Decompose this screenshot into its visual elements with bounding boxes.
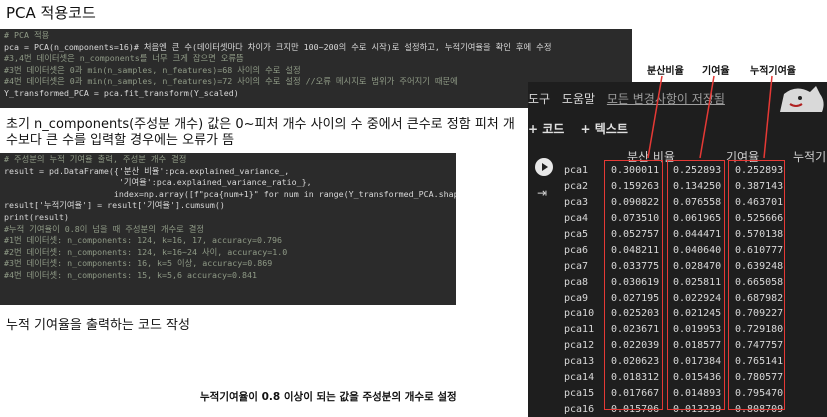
row-index: pca14 bbox=[564, 372, 595, 384]
variance-label: 분산비율 bbox=[647, 66, 684, 77]
add-text-button[interactable]: + 텍스트 bbox=[581, 122, 628, 136]
code-line: #2번 데이터셋: n_components: 124, k=16~24 사이,… bbox=[4, 246, 288, 257]
code-line: #3,4번 데이터셋은 n_components를 너무 크게 잡으면 오류뜸 bbox=[4, 53, 244, 64]
code-line: #3번 데이터셋: n_components: 16, k=5 이상, accu… bbox=[4, 258, 273, 269]
add-code-button[interactable]: + 코드 bbox=[528, 122, 564, 136]
run-cell-button[interactable] bbox=[535, 158, 553, 176]
row-index: pca13 bbox=[564, 356, 595, 368]
code-line: pca = PCA(n_components=16)# 처음엔 큰 수(데이터셋… bbox=[4, 41, 552, 52]
code-line: #3번 데이터셋은 0과 min(n_samples, n_features)=… bbox=[4, 64, 301, 75]
ratio-label: 기여율 bbox=[702, 66, 730, 77]
code-line: #4번 데이터셋: n_components: 15, k=5,6 accura… bbox=[4, 269, 257, 280]
row-index: pca1 bbox=[564, 165, 589, 177]
code-line: # 주성분의 누적 기여율 출력, 주성분 개수 결정 bbox=[4, 154, 187, 164]
row-index: pca7 bbox=[564, 260, 589, 272]
menu-tools[interactable]: 도구 bbox=[528, 92, 550, 106]
cumulative-column-box bbox=[728, 160, 785, 410]
header-cumulative: 누적기 bbox=[793, 150, 827, 164]
row-index: pca12 bbox=[564, 340, 595, 352]
code-line: '기여율':pca.explained_variance_ratio_}, bbox=[4, 177, 312, 188]
cumulative-code-block: # 주성분의 누적 기여율 출력, 주성분 개수 결정 result = pd.D… bbox=[0, 153, 456, 305]
saved-status[interactable]: 모든 변경사항이 저장됨 bbox=[607, 92, 725, 106]
row-index: pca3 bbox=[564, 197, 589, 209]
row-index: pca2 bbox=[564, 181, 589, 193]
code-line: index=np.array([f"pca{num+1}" for num in… bbox=[4, 188, 456, 199]
row-index: pca9 bbox=[564, 292, 589, 304]
row-index: pca6 bbox=[564, 244, 589, 256]
n-components-note: 초기 n_components(주성분 개수) 값은 0~피처 개수 사이의 수… bbox=[6, 117, 515, 148]
code-line: #누적 기여율이 0.8이 넘을 때 주성분의 개수로 결정 bbox=[4, 223, 204, 234]
row-index: pca5 bbox=[564, 229, 589, 240]
ratio-column-box bbox=[667, 160, 725, 410]
row-index: pca8 bbox=[564, 276, 589, 288]
code-line: result = pd.DataFrame({'분산 비율':pca.expla… bbox=[4, 165, 290, 176]
notebook-toolbar: + 코드 + 텍스트 bbox=[528, 120, 640, 142]
row-index: pca4 bbox=[564, 213, 589, 225]
variance-column-box bbox=[604, 160, 663, 410]
code-line: print(result) bbox=[4, 211, 69, 222]
row-index: pca11 bbox=[564, 324, 595, 336]
row-index: pca15 bbox=[564, 387, 595, 399]
cumulative-code-note: 누적 기여율을 출력하는 코드 작성 bbox=[6, 318, 190, 333]
mascot-icon bbox=[780, 86, 824, 112]
menu-help[interactable]: 도움말 bbox=[562, 92, 595, 106]
page-title: PCA 적용코드 bbox=[6, 4, 96, 22]
code-line: # PCA 적용 bbox=[4, 30, 50, 40]
row-index: pca10 bbox=[564, 308, 595, 320]
row-index: pca16 bbox=[564, 403, 595, 415]
cumulative-threshold-note: 누적기여율이 0.8 이상이 되는 값을 주성분의 개수로 설정 bbox=[200, 391, 457, 403]
code-line: #1번 데이터셋: n_components: 124, k=16, 17, a… bbox=[4, 235, 282, 246]
output-redirect-icon[interactable]: ⇥ bbox=[537, 186, 551, 200]
cumulative-label: 누적기여율 bbox=[750, 66, 796, 77]
code-line: result['누적기여율'] = result['기여율'].cumsum() bbox=[4, 200, 225, 211]
